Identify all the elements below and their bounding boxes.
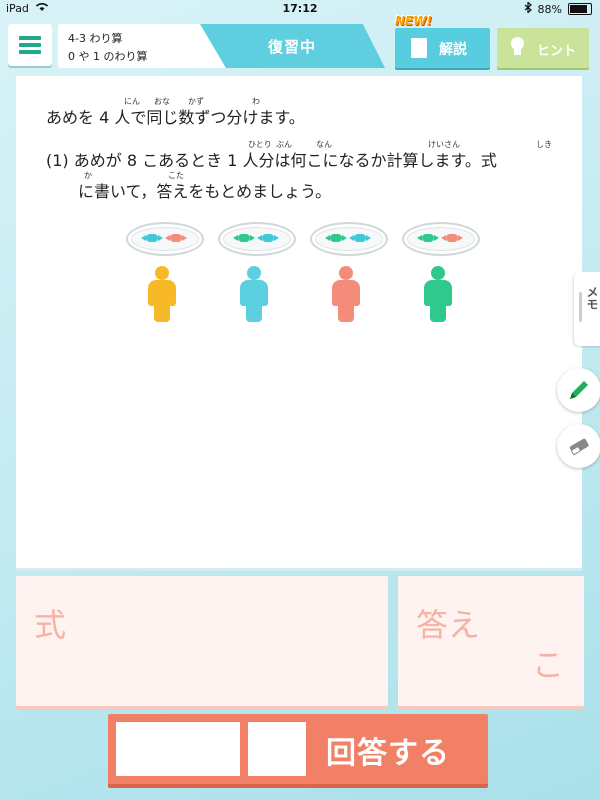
lightbulb-icon: [511, 37, 524, 55]
battery-icon: [568, 3, 592, 15]
candy: [141, 234, 163, 242]
clock: 17:12: [282, 2, 318, 15]
explanation-button[interactable]: 解説: [395, 28, 490, 68]
plate: [218, 222, 296, 256]
menu-button[interactable]: [8, 24, 52, 66]
person-icon: [424, 266, 452, 322]
review-status-tag: 復習中: [200, 24, 385, 68]
candy: [441, 234, 463, 242]
expression-preview-box: [116, 722, 240, 776]
question-part1-cont: に書いて，答えをもとめましょう。: [78, 182, 332, 201]
candy: [257, 234, 279, 242]
question-intro: あめを 4 人で同じ数ずつ分けます。: [46, 108, 305, 127]
person-icon: [148, 266, 176, 322]
answer-input-area[interactable]: 答え こ: [398, 576, 584, 706]
pen-tool-button[interactable]: [557, 368, 600, 412]
candy: [165, 234, 187, 242]
bluetooth-icon: [524, 1, 532, 16]
person-icon: [332, 266, 360, 322]
candy-illustration: [126, 222, 480, 326]
drag-handle: [579, 292, 582, 322]
question-part1: (1) あめが 8 こあるとき 1 人分は何こになるか計算します。式: [46, 151, 497, 170]
status-bar: iPad 17:12 88%: [0, 0, 600, 18]
expression-label: 式: [34, 606, 67, 644]
answer-preview-box: [248, 722, 306, 776]
candy: [325, 234, 347, 242]
plate: [310, 222, 388, 256]
new-badge: NEW!: [395, 14, 432, 28]
candy: [417, 234, 439, 242]
answer-unit: こ: [531, 646, 564, 684]
answer-label: 答え: [416, 606, 481, 644]
submit-bar: 回答する: [108, 714, 488, 784]
memo-tab[interactable]: メモ: [574, 272, 600, 346]
hamburger-icon: [19, 33, 41, 57]
question-card: にん おな かず わ あめを 4 人で同じ数ずつ分けます。 ひとり ぶん なん …: [16, 76, 582, 568]
pencil-icon: [570, 381, 588, 399]
plate: [402, 222, 480, 256]
expression-input-area[interactable]: 式: [16, 576, 388, 706]
candy: [233, 234, 255, 242]
hint-label: ヒント: [537, 44, 577, 59]
plate: [126, 222, 204, 256]
ruby-shiki: しき: [536, 140, 552, 149]
hint-button[interactable]: ヒント: [497, 28, 589, 68]
person-icon: [240, 266, 268, 322]
eraser-icon: [569, 438, 589, 455]
memo-label: メモ: [585, 286, 599, 310]
lesson-unit: 4-3 わり算: [68, 32, 123, 45]
eraser-tool-button[interactable]: [557, 424, 600, 468]
review-status-label: 復習中: [268, 38, 317, 56]
explanation-label: 解説: [439, 42, 467, 58]
submit-button[interactable]: 回答する: [326, 728, 450, 772]
battery-percent: 88%: [537, 2, 562, 16]
candy: [349, 234, 371, 242]
lesson-topic: 0 や 1 のわり算: [68, 50, 148, 63]
book-icon: [411, 38, 427, 58]
